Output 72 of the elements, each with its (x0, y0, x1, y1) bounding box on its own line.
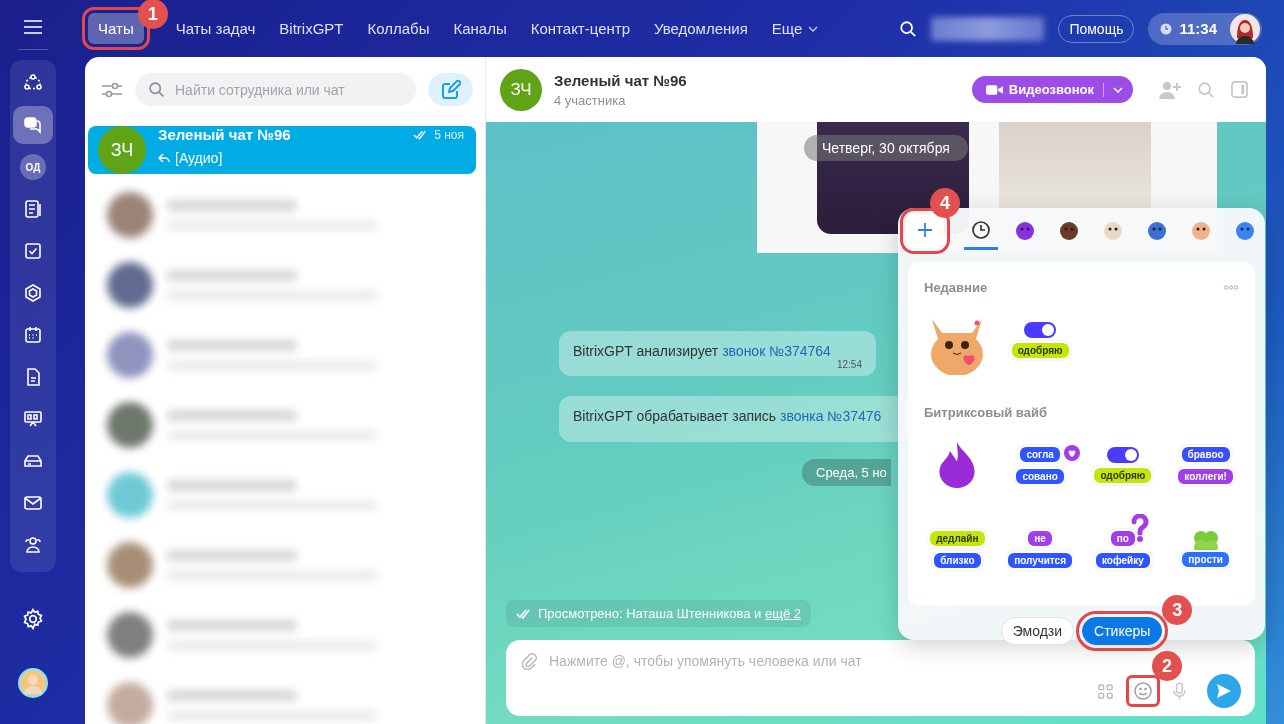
video-camera-icon (985, 83, 1003, 96)
work-time-pill[interactable]: 11:34 (1148, 12, 1262, 45)
nav-tab[interactable]: Контакт-центр (520, 13, 640, 44)
section-title: Битриксовый вайб (924, 405, 1047, 420)
callout-badge: 1 (137, 0, 168, 29)
sticker-label[interactable]: дедлайн (928, 528, 987, 548)
send-arrow-icon (1216, 683, 1232, 699)
time-text: 11:34 (1179, 20, 1217, 37)
sticker-label[interactable]: согла (1018, 444, 1062, 464)
clock-icon (1160, 22, 1173, 35)
message-text: BitrixGPT анализирует звонок №374764 (573, 343, 832, 359)
question-mark-icon (1130, 514, 1151, 542)
more-dots-icon[interactable] (1223, 285, 1239, 290)
chevron-down-icon (1113, 86, 1123, 93)
video-call-button[interactable]: Видеозвонок (971, 76, 1133, 103)
search-icon (148, 81, 165, 98)
settings-icon[interactable] (22, 608, 44, 630)
clock-icon (971, 219, 991, 240)
nav-tab[interactable]: Уведомления (644, 13, 758, 44)
user-avatar-icon[interactable] (1230, 13, 1260, 44)
sticker-label[interactable]: кофейку (1093, 550, 1152, 570)
new-chat-button[interactable] (428, 73, 473, 106)
chat-title[interactable]: Зеленый чат №96 (554, 71, 956, 89)
search-field[interactable]: Найти сотрудника или чат (135, 73, 416, 106)
sticker-label[interactable]: совано (1014, 466, 1066, 486)
sticker-label[interactable]: одобряю (1092, 465, 1154, 485)
double-check-icon (516, 608, 532, 619)
filter-sliders-icon[interactable] (101, 80, 123, 99)
section-title: Недавние (924, 280, 988, 295)
search-icon[interactable] (899, 19, 918, 38)
nav-tab[interactable]: Чаты задач (165, 13, 266, 44)
sticker-label[interactable]: бравоо (1179, 444, 1232, 464)
sticker-label[interactable]: одобряю (1009, 340, 1071, 360)
chats-icon[interactable] (13, 106, 53, 144)
callout-badge: 3 (1162, 595, 1193, 625)
nav-tab[interactable]: Еще (761, 13, 829, 44)
date-chip: Среда, 5 но (802, 459, 891, 486)
chat-list-item[interactable]: ЗЧ Зеленый чат №96 5 ноя [Аудио] (88, 126, 476, 174)
sticker-label[interactable]: прости (1180, 549, 1231, 569)
nav-tab[interactable]: Коллабы (357, 13, 440, 44)
chat-name: Зеленый чат №96 (158, 126, 292, 143)
chat-preview: [Аудио] (175, 150, 223, 166)
message-time: 12:54 (836, 359, 862, 370)
toggle-switch-icon (1105, 445, 1140, 464)
edit-icon (440, 79, 461, 100)
plus-icon (917, 221, 933, 238)
paperclip-icon[interactable] (522, 652, 537, 670)
sticker-label[interactable]: коллеги! (1176, 466, 1235, 486)
emoji-button[interactable] (1126, 675, 1160, 707)
user-avatar-icon[interactable] (18, 668, 48, 698)
call-link[interactable]: звонок №374764 (722, 343, 831, 359)
smiley-icon (1133, 681, 1153, 701)
toggle-switch-icon (1023, 320, 1058, 339)
sticker-label[interactable]: близко (932, 550, 983, 570)
chat-initials-avatar: ЗЧ (98, 126, 146, 174)
user-initials-avatar[interactable]: ОД (20, 154, 46, 180)
sticker-label[interactable]: по (1108, 528, 1137, 548)
callout-badge: 2 (1152, 651, 1182, 681)
nav-tab[interactable]: Каналы (443, 13, 517, 44)
nav-tab[interactable]: BitrixGPT (269, 13, 354, 44)
send-button[interactable] (1207, 674, 1241, 708)
sticker-label[interactable]: получится (1006, 550, 1074, 570)
member-count[interactable]: 4 участника (554, 92, 956, 108)
sticker-label[interactable]: не (1026, 528, 1054, 548)
menu-icon[interactable] (23, 19, 43, 35)
reply-arrow-icon (158, 153, 170, 163)
seen-status-text: Просмотрено: Наташа Штенникова и ещё 2 (538, 606, 801, 621)
chat-date: 5 ноя (434, 127, 464, 142)
call-link[interactable]: звонка №37476 (780, 408, 882, 424)
picker-mode-tab[interactable]: Эмодзи (1000, 617, 1075, 645)
chat-initials-avatar: ЗЧ (500, 68, 542, 111)
date-chip: Четверг, 30 октября (804, 135, 968, 161)
